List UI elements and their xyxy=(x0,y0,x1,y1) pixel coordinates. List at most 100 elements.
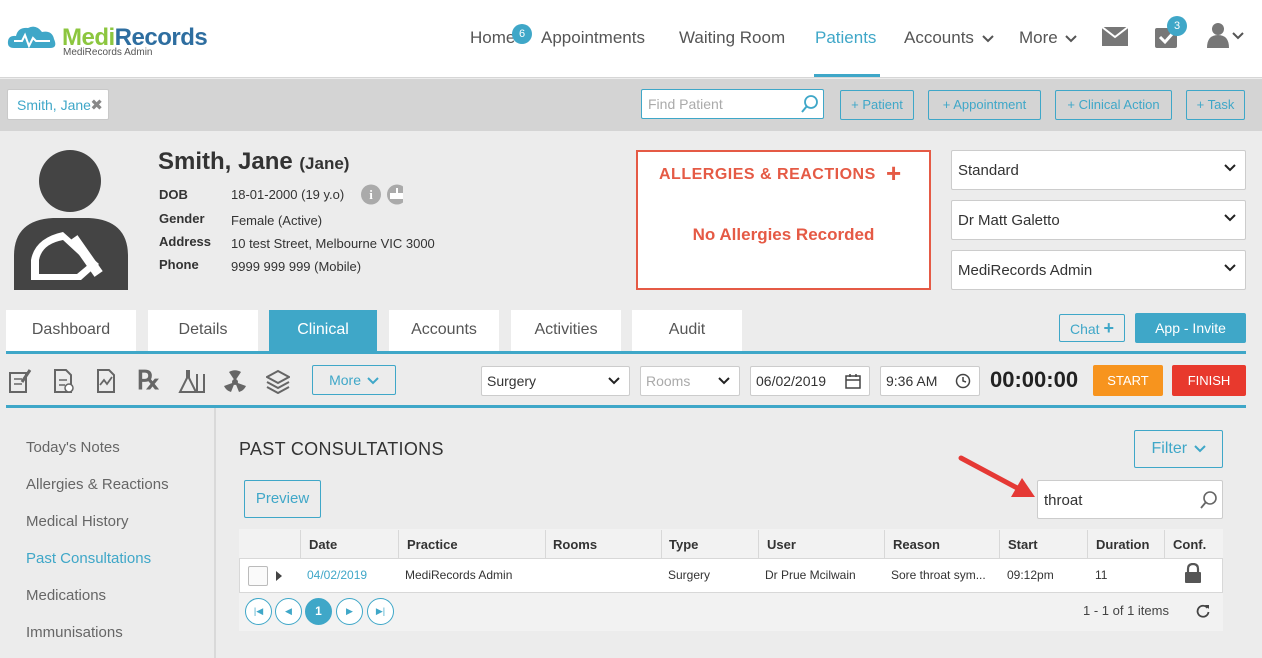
location-select[interactable]: Surgery xyxy=(481,366,630,396)
filter-button[interactable]: Filter xyxy=(1134,430,1223,468)
search-icon[interactable] xyxy=(801,95,819,113)
tab-clinical[interactable]: Clinical xyxy=(269,310,377,352)
consultation-search-value: throat xyxy=(1044,492,1083,509)
last-page-button[interactable]: ▶| xyxy=(367,598,394,625)
chat-button[interactable]: Chat + xyxy=(1059,314,1125,342)
date-value: 06/02/2019 xyxy=(756,373,827,389)
column-header-type[interactable]: Type xyxy=(669,537,698,552)
sidebar-item-allergies[interactable]: Allergies & Reactions xyxy=(26,476,169,493)
finish-button[interactable]: FINISH xyxy=(1172,365,1246,396)
tab-accounts[interactable]: Accounts xyxy=(389,310,499,352)
current-page[interactable]: 1 xyxy=(305,598,332,625)
nav-patients[interactable]: Patients xyxy=(815,28,876,48)
row-practice: MediRecords Admin xyxy=(405,568,513,582)
practice-select[interactable]: MediRecords Admin xyxy=(951,250,1246,290)
add-appointment-button[interactable]: + Appointment xyxy=(928,90,1041,120)
doctor-select[interactable]: Dr Matt Galetto xyxy=(951,200,1246,240)
toolbar-more-label: More xyxy=(329,372,361,388)
search-icon[interactable] xyxy=(1200,491,1218,509)
user-menu-icon[interactable] xyxy=(1207,22,1245,48)
column-header-rooms[interactable]: Rooms xyxy=(553,537,597,552)
column-header-duration[interactable]: Duration xyxy=(1096,537,1149,552)
mail-icon[interactable] xyxy=(1102,27,1128,46)
nav-more[interactable]: More xyxy=(1019,28,1078,48)
start-button[interactable]: START xyxy=(1093,365,1163,396)
previous-page-button[interactable]: ◀ xyxy=(275,598,302,625)
open-patient-tab[interactable]: Smith, Jane ✖ xyxy=(7,89,109,120)
location-value: Surgery xyxy=(487,373,537,389)
layers-icon[interactable] xyxy=(266,368,290,394)
time-input[interactable]: 9:36 AM xyxy=(880,366,980,396)
date-input[interactable]: 06/02/2019 xyxy=(750,366,870,396)
expand-row-icon[interactable] xyxy=(276,571,282,581)
consultation-search-input[interactable]: throat xyxy=(1037,480,1223,519)
rooms-select[interactable]: Rooms xyxy=(640,366,740,396)
row-date[interactable]: 04/02/2019 xyxy=(307,568,367,582)
row-checkbox[interactable] xyxy=(248,566,268,586)
sidebar-item-immunisations[interactable]: Immunisations xyxy=(26,624,123,641)
column-divider xyxy=(300,530,301,559)
sidebar-item-todays-notes[interactable]: Today's Notes xyxy=(26,439,120,456)
nav-home[interactable]: Home xyxy=(470,28,515,48)
fee-schedule-value: Standard xyxy=(958,162,1019,179)
chevron-down-icon xyxy=(1065,35,1078,43)
sidebar-item-past-consultations[interactable]: Past Consultations xyxy=(26,550,151,567)
close-icon[interactable]: ✖ xyxy=(90,96,103,114)
column-header-reason[interactable]: Reason xyxy=(893,537,940,552)
sidebar-item-medical-history[interactable]: Medical History xyxy=(26,513,129,530)
refresh-icon[interactable] xyxy=(1196,604,1210,618)
tasks-badge: 3 xyxy=(1167,16,1187,36)
first-page-button[interactable]: |◀ xyxy=(245,598,272,625)
sidebar-item-medications[interactable]: Medications xyxy=(26,587,106,604)
toolbar-more-button[interactable]: More xyxy=(312,365,396,395)
phone-value: 9999 999 999 (Mobile) xyxy=(231,259,362,274)
column-divider xyxy=(999,530,1000,559)
nav-waiting-room[interactable]: Waiting Room xyxy=(679,28,785,48)
add-patient-button[interactable]: + Patient xyxy=(840,90,914,120)
column-header-user[interactable]: User xyxy=(767,537,796,552)
tab-activities[interactable]: Activities xyxy=(511,310,621,352)
prescription-icon[interactable]: ℞ xyxy=(137,366,160,396)
column-header-start[interactable]: Start xyxy=(1008,537,1038,552)
tab-details[interactable]: Details xyxy=(148,310,258,352)
chevron-down-icon xyxy=(981,35,994,43)
pathology-flask-icon[interactable] xyxy=(178,368,206,394)
nav-accounts[interactable]: Accounts xyxy=(904,28,994,48)
annotation-arrow xyxy=(958,455,1035,497)
practice-value: MediRecords Admin xyxy=(958,262,1093,279)
chart-results-icon[interactable] xyxy=(95,368,119,394)
allergies-title: ALLERGIES & REACTIONS xyxy=(659,166,876,183)
next-page-button[interactable]: ▶ xyxy=(336,598,363,625)
column-header-date[interactable]: Date xyxy=(309,537,337,552)
preview-button[interactable]: Preview xyxy=(244,480,321,518)
column-divider xyxy=(1087,530,1088,559)
address-label: Address xyxy=(159,234,212,249)
clock-icon[interactable] xyxy=(955,373,971,389)
app-invite-button[interactable]: App - Invite xyxy=(1135,313,1246,343)
phone-label: Phone xyxy=(159,257,199,272)
chevron-down-icon xyxy=(367,377,379,385)
tab-dashboard[interactable]: Dashboard xyxy=(6,310,136,352)
column-header-practice[interactable]: Practice xyxy=(407,537,458,552)
table-header xyxy=(239,529,1223,559)
column-divider xyxy=(545,530,546,559)
brand-subtitle: MediRecords Admin xyxy=(63,47,153,58)
column-header-confidential[interactable]: Conf. xyxy=(1173,537,1206,552)
add-clinical-action-button[interactable]: + Clinical Action xyxy=(1055,90,1172,120)
document-icon[interactable] xyxy=(52,368,76,394)
lock-icon[interactable] xyxy=(1184,563,1202,583)
patient-preferred-name: (Jane) xyxy=(299,154,350,173)
column-divider xyxy=(398,530,399,559)
calendar-icon[interactable] xyxy=(845,373,861,389)
notes-icon[interactable] xyxy=(8,368,32,394)
nav-appointments[interactable]: Appointments xyxy=(541,28,645,48)
fee-schedule-select[interactable]: Standard xyxy=(951,150,1246,190)
find-patient-input[interactable]: Find Patient xyxy=(641,89,824,119)
add-allergy-button[interactable]: + xyxy=(886,158,901,189)
add-task-button[interactable]: + Task xyxy=(1186,90,1245,120)
nav-active-indicator xyxy=(814,74,880,77)
patient-name: Smith, Jane (Jane) xyxy=(158,148,349,176)
radiology-icon[interactable] xyxy=(223,368,247,394)
chat-label: Chat xyxy=(1070,321,1100,337)
tab-audit[interactable]: Audit xyxy=(632,310,742,352)
